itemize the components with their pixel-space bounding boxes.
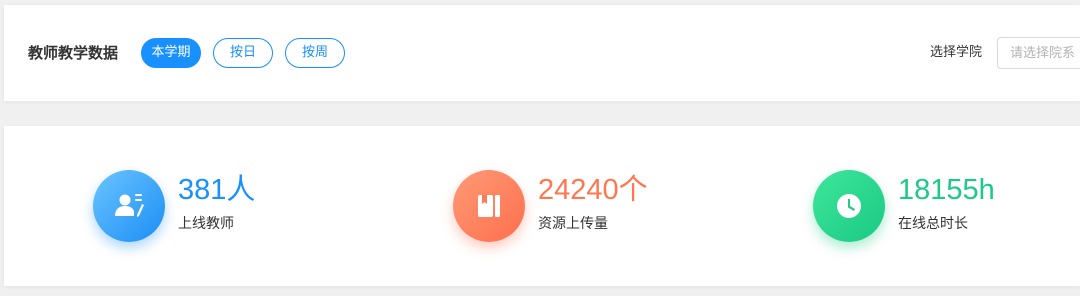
stat-value: 24240个: [538, 174, 648, 206]
book-icon: [453, 170, 525, 242]
college-select-label: 选择学院: [930, 45, 983, 60]
filter-panel: 教师教学数据 本学期 按日 按周 选择学院 请选择院系: [4, 5, 1080, 101]
stat-label: 上线教师: [178, 216, 234, 232]
filter-week-button[interactable]: 按周: [285, 38, 345, 68]
stat-label: 在线总时长: [898, 216, 968, 232]
filter-semester-button[interactable]: 本学期: [141, 38, 201, 68]
stat-label: 资源上传量: [538, 216, 608, 232]
college-select-placeholder: 请选择院系: [1010, 46, 1076, 61]
page-title: 教师教学数据: [28, 44, 119, 62]
filter-day-button[interactable]: 按日: [213, 38, 273, 68]
college-select[interactable]: 请选择院系: [997, 37, 1080, 69]
stat-value: 381人: [178, 174, 256, 206]
stat-value: 18155h: [898, 174, 995, 206]
teacher-icon: [93, 170, 165, 242]
stats-panel: 381人 上线教师 24240个 资源上传量 18155h 在线总时长: [4, 126, 1080, 286]
clock-icon: [813, 170, 885, 242]
